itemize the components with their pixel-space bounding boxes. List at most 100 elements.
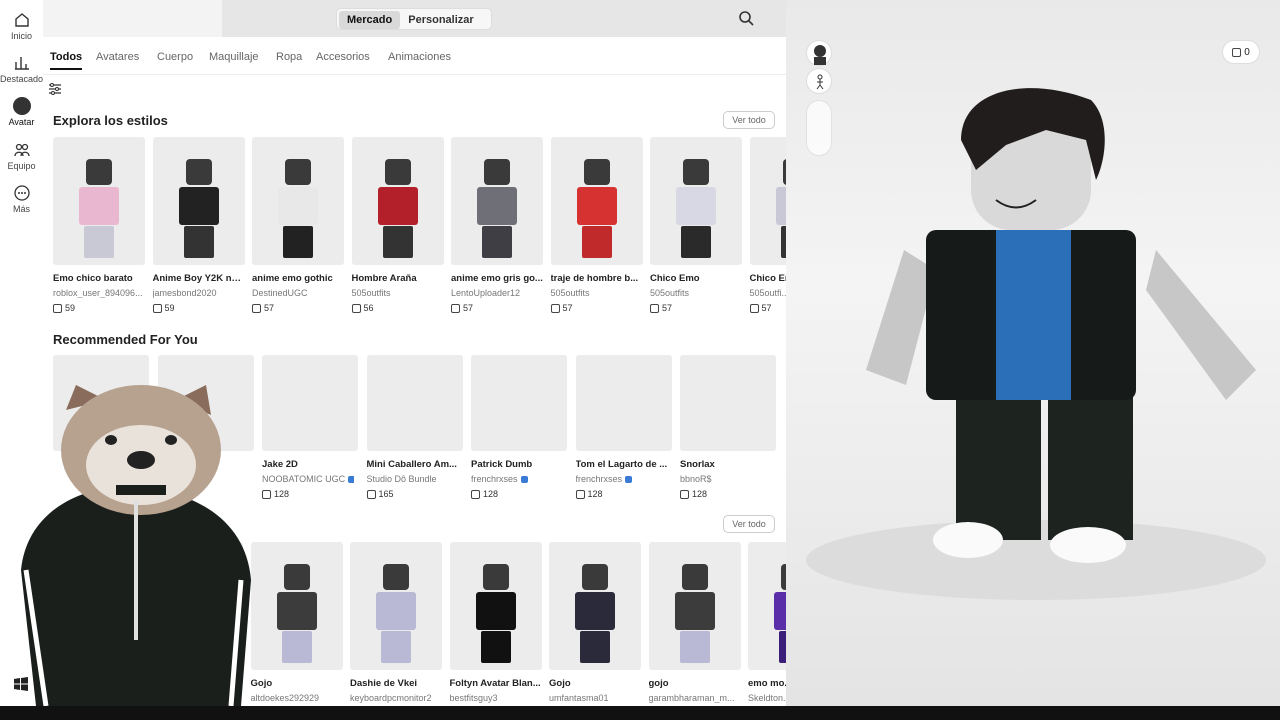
recommended-item-card[interactable]: Tom el Lagarto de ... frenchrxses 128 [575,355,672,499]
rail-item-more[interactable]: Más [0,184,43,214]
item-creator: Skeldton... [748,693,786,703]
tab-all[interactable]: Todos [50,51,83,70]
tab-animations[interactable]: Animaciones [388,51,451,63]
item-creator: bestfitsguy3 [449,693,498,703]
item-name: traje de hombre b... [550,273,639,284]
item-creator: altdoekes292929 [250,693,320,703]
avatar-head-button[interactable] [806,40,832,66]
outfit-card[interactable]: Chico Emo 505outfits 57 [650,137,742,313]
robux-icon [351,303,361,313]
item-name: Foltyn Avatar Blan... [449,678,541,689]
item-creator: bbnoR$ [680,474,712,484]
item-thumbnail [351,137,444,265]
bottom-letterbox [0,706,1280,720]
outfit-card[interactable]: Emo chico barato roblox_user_894096... 59 [53,137,145,313]
robux-icon [550,303,560,313]
see-all-button[interactable]: Ver todo [723,515,775,533]
rail-item-team[interactable]: Equipo [0,141,43,171]
item-name: Chico Em... [749,273,787,284]
rail-item-featured[interactable]: Destacado [0,54,43,84]
outfit-card[interactable]: Chico Em... 505outfi... 57 [749,137,787,313]
avatar-thumbnail-figure [576,159,617,258]
robux-amount: 0 [1244,46,1250,58]
pose-button[interactable] [806,68,832,94]
item-thumbnail [575,355,672,451]
avatar-icon [12,97,31,115]
item-name: anime emo gothic [252,273,333,284]
avatar-thumbnail-figure [377,159,418,258]
item-name: Snorlax [680,459,715,470]
tab-body[interactable]: Cuerpo [157,51,193,63]
rail-item-label: Destacado [0,74,44,84]
tab-makeup[interactable]: Maquillaje [209,51,259,63]
robux-icon [650,303,659,313]
avatar-thumbnail-figure [475,564,516,663]
robux-balance[interactable]: 0 [1222,40,1260,64]
robux-icon [366,489,376,499]
item-name: Patrick Dumb [471,459,533,470]
item-creator: roblox_user_894096... [53,288,143,298]
item-name: Gojo [549,678,571,689]
outfit-card[interactable]: Anime Boy Y2K ne... jamesbond2020 59 [152,137,245,313]
item-name: Chico Emo [650,273,700,284]
recommended-item-card[interactable]: Snorlax bbnoR$ 128 [680,355,776,499]
item-thumbnail [471,355,567,451]
outfit-card[interactable]: Hombre Araña 505outfits 56 [351,137,444,313]
rail-item-avatar[interactable]: Avatar [0,97,43,127]
item-thumbnail [252,137,344,265]
robux-icon [262,489,271,499]
item-price: 128 [680,489,772,499]
filter-icon[interactable] [48,82,62,96]
segment-market[interactable]: Mercado [339,11,401,29]
rail-item-label: Equipo [7,161,36,171]
item-creator: 505outfits [351,288,391,298]
outfit-card[interactable]: traje de hombre b... 505outfits 57 [550,137,643,313]
avatar-thumbnail-figure [178,159,219,258]
robux-icon [152,303,162,313]
segment-customize[interactable]: Personalizar [400,11,481,29]
see-all-button[interactable]: Ver todo [723,111,775,129]
outfit-card[interactable]: anime emo gothic DestinedUGC 57 [252,137,344,313]
chart-icon [14,57,29,70]
verified-badge-icon [520,476,528,484]
outfit-card[interactable]: Dashie de Vkei keyboardpcmonitor2 [350,542,442,703]
pose-icon [816,74,824,90]
top-bar-left-region [43,0,222,37]
avatar-thumbnail-figure [376,564,416,663]
recommended-item-card[interactable]: Mini Caballero Am... Studio Dô Bundle 165 [366,355,463,499]
rail-item-label: Avatar [8,117,35,127]
item-creator: frenchrxses [576,474,668,484]
item-creator: Studio Dô Bundle [366,474,437,484]
item-thumbnail [648,542,741,670]
tab-accessories[interactable]: Accesorios [316,51,370,63]
zoom-control[interactable] [806,100,832,156]
tab-clothing[interactable]: Ropa [276,51,302,63]
avatar-3d-preview[interactable] [786,0,1280,706]
item-name: Jake 2D [262,459,298,470]
recommended-item-card[interactable]: Jake 2D NOOBATOMIC UGC 128 [262,355,358,499]
outfit-card[interactable]: Gojo umfantasma01 [549,542,641,703]
rail-item-label: Inicio [10,31,32,41]
outfit-card[interactable]: emo mo... Skeldton... [748,542,786,703]
tab-avatars[interactable]: Avatares [96,51,139,63]
item-creator: NOOBATOMIC UGC [262,474,354,484]
recommended-item-card[interactable]: Patrick Dumb frenchrxses 128 [471,355,567,499]
item-thumbnail [449,542,542,670]
item-price: 59 [53,303,145,313]
verified-badge-icon [348,476,354,484]
item-name: Emo chico barato [53,273,133,284]
outfit-card[interactable]: Foltyn Avatar Blan... bestfitsguy3 [449,542,542,703]
search-icon[interactable] [738,10,754,26]
item-price: 57 [749,303,787,313]
outfit-card[interactable]: Gojo altdoekes292929 [250,542,343,703]
avatar-thumbnail-figure [477,159,517,258]
outfit-card[interactable]: anime emo gris go... LentoUploader12 57 [451,137,543,313]
avatar-thumbnail-figure [676,159,716,258]
item-thumbnail [550,137,643,265]
item-thumbnail [53,137,145,265]
item-thumbnail [748,542,786,670]
outfit-card[interactable]: gojo garambharaman_m... [648,542,741,703]
rail-item-home[interactable]: Inicio [0,11,43,41]
avatar-thumbnail-figure [276,564,317,663]
item-price: 57 [451,303,543,313]
